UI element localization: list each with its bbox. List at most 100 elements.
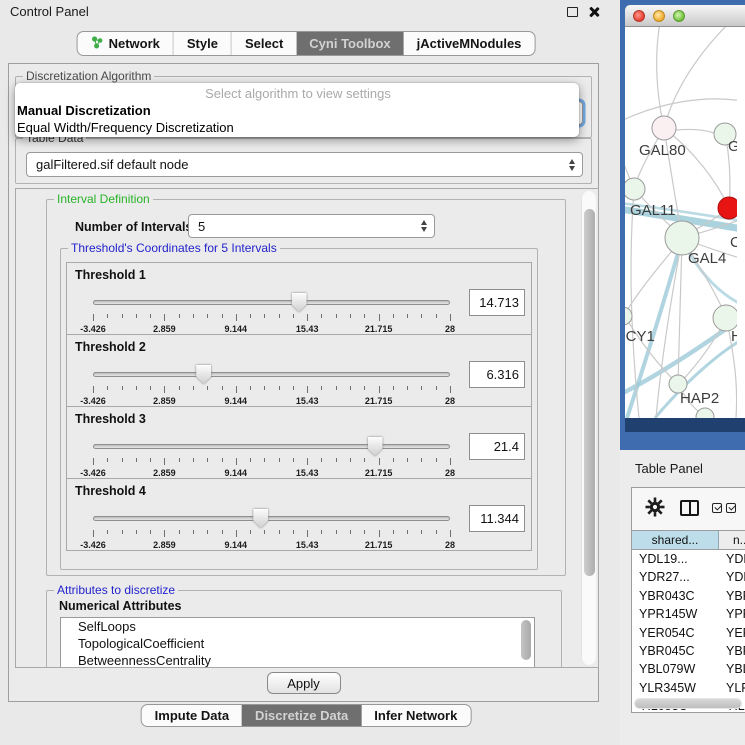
attribute-list-item[interactable]: SelfLoops [61,618,534,635]
network-edge [657,27,664,128]
attribute-list-item[interactable]: BetweennessCentrality [61,652,534,668]
threshold-slider[interactable]: -3.4262.8599.14415.4321.71528 [93,293,450,333]
tab-infer-network[interactable]: Infer Network [361,705,470,726]
checkbox-icon[interactable] [712,503,722,513]
slider-ticks [93,314,450,322]
tab-impute-data[interactable]: Impute Data [142,705,242,726]
column-header-shared-name[interactable]: shared... [632,531,719,549]
table-panel-region: Table Panel [620,450,745,745]
network-node[interactable] [625,178,645,200]
tick-label: -3.426 [80,324,106,334]
network-node[interactable] [652,116,676,140]
network-node-label: H [731,328,737,345]
cyni-toolbox-panel: Discretization Algorithm Select algorith… [8,63,599,702]
table-row[interactable]: YLR345W YLR3... [632,679,745,697]
tick-label: 2.859 [153,396,176,406]
threshold-slider[interactable]: -3.4262.8599.14415.4321.71528 [93,509,450,549]
network-view-window: GAL80GACGAL11GAL4GCY1HHAP2 [625,5,745,418]
slider-tick-labels: -3.4262.8599.14415.4321.71528 [93,324,450,334]
close-traffic-light-icon[interactable] [633,10,645,22]
number-of-intervals-combobox[interactable]: 5 [188,214,435,238]
network-node-label: GA [728,138,737,155]
slider-tick-labels: -3.4262.8599.14415.4321.71528 [93,540,450,550]
combo-stepper-icon [421,220,427,232]
table-data-combobox[interactable]: galFiltered.sif default node [26,152,583,177]
bottom-tab-bar: Impute DataDiscretize DataInfer Network [141,704,472,727]
slider-ticks [93,458,450,466]
thresholds-group: Threshold's Coordinates for 5 Intervals … [60,248,538,570]
tab-style[interactable]: Style [173,32,231,55]
numerical-attributes-label: Numerical Attributes [59,599,181,613]
algorithm-option[interactable]: Select algorithm to view settings [15,85,579,102]
slider-track[interactable] [93,516,450,521]
threshold-value-field[interactable]: 21.4 [469,433,525,460]
network-node-label: HAP2 [680,390,719,407]
network-node[interactable] [625,307,632,325]
apply-button[interactable]: Apply [267,672,341,694]
table-header-row: shared... n... [632,530,745,550]
gear-icon[interactable] [645,497,665,517]
attribute-list-item[interactable]: TopologicalCoefficient [61,635,534,652]
close-icon[interactable] [588,6,600,18]
table-row[interactable]: YBL079W YBL0... [632,660,745,678]
float-window-icon[interactable] [567,7,578,17]
tab-select[interactable]: Select [231,32,296,55]
tick-label: 2.859 [153,324,176,334]
column-header-name[interactable]: n... [719,531,745,549]
panel-title: Control Panel [10,4,89,19]
slider-track[interactable] [93,444,450,449]
slider-handle[interactable] [292,293,307,312]
network-node-label: C [730,234,737,251]
threshold-row: Threshold 2 -3.4262.8599.14415.4321.7152… [66,334,532,407]
attributes-list-scrollbar[interactable] [520,620,532,666]
tick-label: 28 [445,540,455,550]
tick-label: -3.426 [80,396,106,406]
split-columns-icon[interactable] [680,500,699,516]
table-row[interactable]: YDL19... YDL1... [632,550,745,568]
slider-handle[interactable] [368,437,383,456]
threshold-slider[interactable]: -3.4262.8599.14415.4321.71528 [93,365,450,405]
tab-network[interactable]: Network [78,32,173,55]
tick-label: 2.859 [153,540,176,550]
threshold-value-field[interactable]: 11.344 [469,505,525,532]
network-edge [676,129,714,133]
minimize-traffic-light-icon[interactable] [653,10,665,22]
tab-cyni-toolbox[interactable]: Cyni Toolbox [296,32,403,55]
network-node[interactable] [696,408,714,418]
tick-label: 9.144 [225,468,248,478]
slider-tick-labels: -3.4262.8599.14415.4321.71528 [93,468,450,478]
table-row[interactable]: YDR27... YDR2... [632,568,745,586]
network-window-bottom-edge [625,418,745,432]
checkbox-icon[interactable] [726,503,736,513]
zoom-traffic-light-icon[interactable] [673,10,685,22]
algorithm-option[interactable]: Equal Width/Frequency Discretization [15,119,579,136]
control-panel: Control Panel NetworkStyleSelectCyni Too… [0,0,612,745]
group-title-algorithm: Discretization Algorithm [23,69,154,83]
table-horizontal-scrollbar[interactable] [635,699,741,708]
slider-track[interactable] [93,300,450,305]
network-window-titlebar[interactable] [625,5,745,27]
tick-label: 21.715 [365,540,393,550]
table-row[interactable]: YBR045C YBR0... [632,642,745,660]
algorithm-option[interactable]: Manual Discretization [15,102,579,119]
tab-jactivemnodules[interactable]: jActiveMNodules [404,32,535,55]
threshold-value-field[interactable]: 6.316 [469,361,525,388]
network-canvas[interactable]: GAL80GACGAL11GAL4GCY1HHAP2 [625,27,745,418]
tab-discretize-data[interactable]: Discretize Data [242,705,361,726]
threshold-slider[interactable]: -3.4262.8599.14415.4321.71528 [93,437,450,477]
slider-track[interactable] [93,372,450,377]
table-row[interactable]: YBR043C YBR0... [632,587,745,605]
slider-handle[interactable] [196,365,211,384]
slider-handle[interactable] [253,509,268,528]
control-panel-title-bar: Control Panel [0,0,612,22]
attributes-group: Attributes to discretize Numerical Attri… [46,590,562,668]
table-row[interactable]: YPR145W YPR1... [632,605,745,623]
tick-label: -3.426 [80,540,106,550]
network-edge [664,27,730,128]
numerical-attributes-list[interactable]: SelfLoopsTopologicalCoefficientBetweenne… [60,617,535,668]
panel-vertical-scrollbar[interactable] [581,191,596,665]
table-row[interactable]: YER054C YER0... [632,624,745,642]
threshold-value-field[interactable]: 14.713 [469,289,525,316]
network-node[interactable] [718,197,737,219]
tick-label: 21.715 [365,396,393,406]
